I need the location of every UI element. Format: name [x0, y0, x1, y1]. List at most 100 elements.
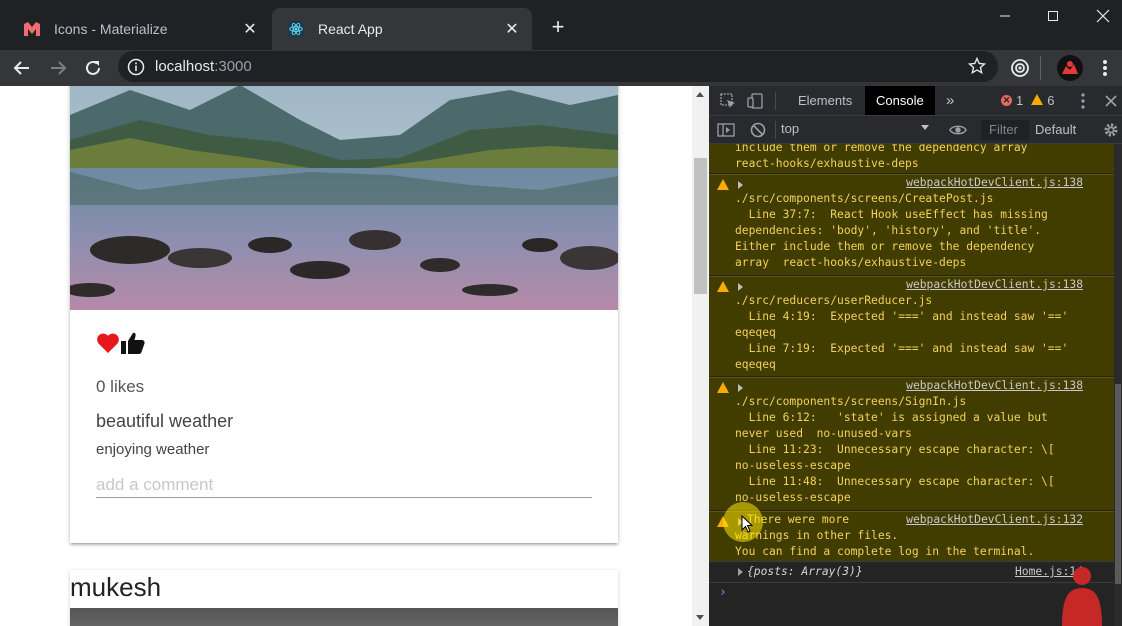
tab-console[interactable]: Console — [865, 86, 935, 115]
post-actions — [96, 332, 592, 358]
post-body: enjoying weather — [96, 441, 210, 458]
warning-line: dependencies: 'body', 'history', and 'ti… — [735, 224, 1042, 237]
tab-close-icon[interactable]: ✕ — [502, 19, 522, 39]
context-select[interactable]: top — [781, 121, 929, 136]
scroll-thumb[interactable] — [694, 158, 707, 294]
warning-line: You can find a complete log in the termi… — [735, 545, 1035, 558]
devtools-menu-icon[interactable] — [1074, 92, 1092, 110]
toolbar-divider — [1040, 56, 1041, 80]
browser-tabstrip: Icons - Materialize ✕ React App ✕ + — [0, 0, 1122, 50]
warning-line: Line 37:7: React Hook useEffect has miss… — [735, 208, 1048, 221]
post-author: mukesh — [70, 572, 162, 602]
scroll-up-arrow-icon[interactable] — [696, 92, 704, 97]
source-link[interactable]: webpackHotDevClient.js:132 — [906, 512, 1083, 528]
warning-line: Line 4:19: Expected '===' and instead sa… — [735, 310, 1069, 323]
heart-icon[interactable] — [96, 332, 120, 359]
tab-elements[interactable]: Elements — [787, 86, 863, 115]
back-arrow-icon[interactable] — [8, 54, 36, 82]
profile-avatar[interactable] — [1056, 54, 1084, 82]
warning-icon — [717, 281, 729, 292]
warning-line: array react-hooks/exhaustive-deps — [735, 256, 967, 269]
reload-icon[interactable] — [79, 54, 107, 82]
address-bar[interactable]: localhost:3000 — [118, 51, 998, 82]
warning-line: ./src/components/screens/CreatePost.js — [735, 192, 994, 205]
close-devtools-icon[interactable] — [1102, 92, 1120, 110]
console-settings-gear-icon[interactable] — [1102, 121, 1120, 139]
warning-line: no-useless-escape — [735, 459, 851, 472]
logged-object[interactable]: {posts: Array(3)} — [747, 564, 863, 580]
warning-line: Either include them or remove the depend… — [735, 240, 1035, 253]
devtools-divider — [775, 92, 776, 110]
expand-triangle-icon[interactable] — [738, 283, 743, 291]
browser-menu-icon[interactable] — [1091, 54, 1119, 82]
warning-line: ./src/components/screens/SignIn.js — [735, 395, 967, 408]
bookmark-star-icon[interactable] — [967, 56, 987, 80]
thumb-up-icon[interactable] — [120, 331, 146, 360]
post-card: 0 likes beautiful weather enjoying weath… — [70, 86, 618, 543]
url-port: :3000 — [214, 58, 252, 75]
more-tabs-icon[interactable]: » — [935, 86, 965, 115]
extension-target-icon[interactable] — [1006, 54, 1034, 82]
post-title: beautiful weather — [96, 411, 234, 431]
console-warning-message[interactable]: webpackHotDevClient.js:138 ./src/compone… — [709, 174, 1114, 275]
comment-input[interactable] — [96, 472, 592, 498]
console-prompt-input[interactable]: › — [709, 582, 1114, 602]
expand-triangle-icon[interactable] — [738, 568, 743, 576]
page-scrollbar[interactable] — [692, 86, 709, 626]
console-warning-message[interactable]: webpackHotDevClient.js:132 There were mo… — [709, 511, 1114, 561]
console-warning-message[interactable]: webpackHotDevClient.js:138 ./src/compone… — [709, 377, 1114, 510]
post-image — [70, 86, 618, 310]
warning-line: never used no-unused-vars — [735, 427, 912, 440]
expand-triangle-icon[interactable] — [738, 181, 743, 189]
source-link[interactable]: webpackHotDevClient.js:138 — [906, 378, 1083, 394]
device-toolbar-icon[interactable] — [747, 92, 765, 110]
console-scrollbar[interactable] — [1114, 144, 1122, 626]
forward-arrow-icon[interactable] — [44, 54, 72, 82]
log-levels-select[interactable]: Default — [1035, 122, 1076, 137]
mouse-pointer-icon — [741, 514, 754, 538]
post-card-content: 0 likes beautiful weather enjoying weath… — [96, 332, 592, 498]
tab-title: React App — [318, 21, 383, 37]
warning-line: Line 6:12: 'state' is assigned a value b… — [735, 411, 1048, 424]
issue-counters[interactable]: ✕ 1 6 — [1001, 93, 1054, 108]
tab-icons-materialize[interactable]: Icons - Materialize ✕ — [8, 8, 270, 50]
expand-triangle-icon[interactable] — [738, 384, 743, 392]
show-sidebar-icon[interactable] — [717, 121, 735, 139]
tab-react-app[interactable]: React App ✕ — [272, 8, 532, 50]
warning-icon — [717, 179, 729, 190]
close-window-icon[interactable] — [1078, 0, 1122, 32]
warning-line: include them or remove the dependency ar… — [735, 144, 1028, 154]
scroll-thumb[interactable] — [1115, 384, 1121, 584]
console-filter-input[interactable]: Filter — [981, 120, 1029, 140]
warning-count: 6 — [1047, 93, 1055, 108]
minimize-window-icon[interactable] — [980, 0, 1030, 32]
live-expression-eye-icon[interactable] — [949, 121, 967, 139]
new-tab-button[interactable]: + — [545, 14, 571, 40]
warning-line: Line 11:48: Unnecessary escape character… — [735, 475, 1055, 488]
inspect-element-icon[interactable] — [719, 92, 737, 110]
devtools-divider — [775, 121, 776, 139]
url-text: localhost:3000 — [155, 58, 252, 75]
error-count: 1 — [1016, 93, 1024, 108]
react-logo-icon — [288, 21, 304, 37]
console-warning-message[interactable]: include them or remove the dependency ar… — [709, 144, 1114, 173]
url-host: localhost — [155, 58, 215, 75]
scroll-down-arrow-icon[interactable] — [696, 615, 704, 620]
post-image — [70, 608, 618, 626]
devtools-tabbar: Elements Console » ✕ 1 6 — [709, 86, 1122, 116]
error-icon: ✕ — [1001, 95, 1012, 106]
console-output: include them or remove the dependency ar… — [709, 144, 1114, 626]
like-count: 0 likes — [96, 377, 145, 396]
maximize-window-icon[interactable] — [1028, 0, 1078, 32]
console-log-message[interactable]: {posts: Array(3)} Home.js:14 — [709, 561, 1114, 581]
source-link[interactable]: webpackHotDevClient.js:138 — [906, 277, 1083, 293]
clear-console-icon[interactable] — [749, 121, 767, 139]
warning-icon — [717, 382, 729, 393]
browser-toolbar: localhost:3000 — [0, 50, 1122, 86]
site-info-icon[interactable] — [127, 58, 145, 76]
warning-line: eqeqeq — [735, 326, 776, 339]
source-link[interactable]: webpackHotDevClient.js:138 — [906, 175, 1083, 191]
web-page: 0 likes beautiful weather enjoying weath… — [0, 86, 692, 626]
console-warning-message[interactable]: webpackHotDevClient.js:138 ./src/reducer… — [709, 276, 1114, 376]
tab-close-icon[interactable]: ✕ — [240, 19, 260, 39]
